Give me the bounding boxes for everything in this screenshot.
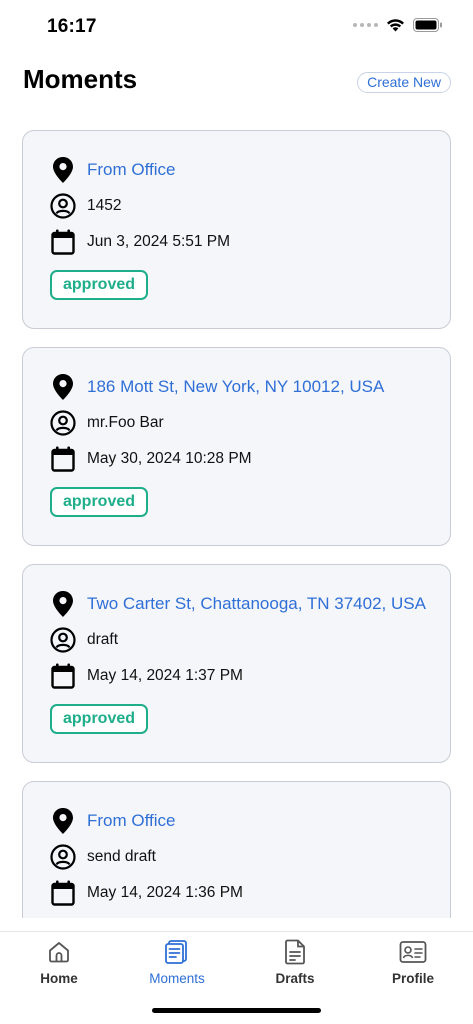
moment-card[interactable]: Two Carter St, Chattanooga, TN 37402, US… bbox=[22, 564, 451, 763]
moments-icon bbox=[163, 938, 191, 966]
tab-drafts[interactable]: Drafts bbox=[245, 938, 345, 986]
status-badge: approved bbox=[50, 270, 149, 300]
moment-card[interactable]: From Office 1452 Jun 3, 2024 5:51 PM app… bbox=[22, 130, 451, 329]
user-circle-icon bbox=[50, 193, 76, 219]
moment-location[interactable]: Two Carter St, Chattanooga, TN 37402, US… bbox=[87, 594, 426, 614]
user-circle-icon bbox=[50, 844, 76, 870]
location-pin-icon bbox=[50, 374, 76, 400]
tab-profile[interactable]: Profile bbox=[363, 938, 463, 986]
moment-card[interactable]: 186 Mott St, New York, NY 10012, USA mr.… bbox=[22, 347, 451, 546]
page-title: Moments bbox=[23, 64, 138, 94]
calendar-icon bbox=[50, 880, 76, 906]
calendar-icon bbox=[50, 663, 76, 689]
location-pin-icon bbox=[50, 808, 76, 834]
status-icons bbox=[353, 18, 443, 32]
home-indicator bbox=[152, 1008, 321, 1013]
profile-card-icon bbox=[399, 938, 427, 966]
moments-list[interactable]: From Office 1452 Jun 3, 2024 5:51 PM app… bbox=[22, 130, 451, 918]
moment-user: send draft bbox=[87, 848, 156, 865]
status-bar: 16:17 bbox=[0, 0, 473, 54]
moment-user: draft bbox=[87, 631, 119, 648]
tab-moments[interactable]: Moments bbox=[127, 938, 227, 986]
drafts-icon bbox=[281, 938, 309, 966]
page-header: Moments Create New bbox=[0, 60, 473, 104]
moment-location[interactable]: 186 Mott St, New York, NY 10012, USA bbox=[87, 377, 384, 397]
tab-label: Profile bbox=[391, 971, 434, 986]
moment-card[interactable]: From Office send draft May 14, 2024 1:36… bbox=[22, 781, 451, 918]
moment-location[interactable]: From Office bbox=[87, 811, 175, 831]
user-circle-icon bbox=[50, 410, 76, 436]
create-new-button[interactable]: Create New bbox=[357, 72, 451, 93]
moment-user: mr.Foo Bar bbox=[87, 414, 164, 431]
tab-label: Home bbox=[40, 971, 78, 986]
moment-date: May 14, 2024 1:36 PM bbox=[87, 884, 243, 901]
status-badge: approved bbox=[50, 487, 149, 517]
moment-user: 1452 bbox=[87, 197, 122, 214]
wifi-icon bbox=[387, 19, 404, 32]
status-time: 16:17 bbox=[47, 16, 97, 37]
user-circle-icon bbox=[50, 627, 76, 653]
moment-date: May 14, 2024 1:37 PM bbox=[87, 667, 243, 684]
status-badge: approved bbox=[50, 704, 149, 734]
moment-location[interactable]: From Office bbox=[87, 160, 175, 180]
calendar-icon bbox=[50, 446, 76, 472]
calendar-icon bbox=[50, 229, 76, 255]
tab-label: Moments bbox=[149, 971, 205, 986]
location-pin-icon bbox=[50, 157, 76, 183]
home-icon bbox=[45, 938, 73, 966]
location-pin-icon bbox=[50, 591, 76, 617]
battery-icon bbox=[413, 18, 442, 32]
tab-home[interactable]: Home bbox=[9, 938, 109, 986]
moment-date: May 30, 2024 10:28 PM bbox=[87, 450, 252, 467]
moment-date: Jun 3, 2024 5:51 PM bbox=[87, 233, 231, 250]
cellular-signal-icon bbox=[353, 23, 378, 27]
tab-label: Drafts bbox=[275, 971, 315, 986]
